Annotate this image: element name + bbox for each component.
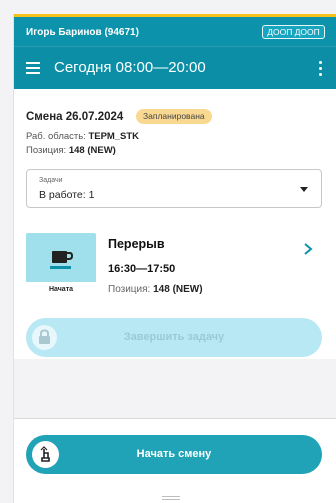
coffee-cup-icon <box>50 251 74 269</box>
shift-content: Смена 26.07.2024 Запланирована Раб. обла… <box>14 89 336 359</box>
menu-icon[interactable] <box>26 62 40 74</box>
shift-position-value: 148 (NEW) <box>68 145 116 156</box>
task-position-label: Позиция: <box>108 284 151 295</box>
task-title: Перерыв <box>108 237 165 251</box>
dropdown-arrow-icon <box>300 187 308 192</box>
shift-position: Позиция: 148 (NEW) <box>26 145 116 156</box>
task-position-value: 148 (NEW) <box>153 284 203 295</box>
tasks-select-label: Задачи <box>39 177 63 184</box>
user-name: Игорь Баринов (94671) <box>26 27 139 38</box>
page-title: Сегодня 08:00—20:00 <box>54 59 206 76</box>
task-card[interactable]: Начата Перерыв 16:30—17:50 Позиция: 148 … <box>26 233 322 303</box>
tasks-select[interactable]: Задачи В работе: 1 <box>26 169 322 208</box>
task-thumbnail: Начата <box>26 233 96 298</box>
work-area: Раб. область: ТЕРМ_STK <box>26 131 139 142</box>
shift-status-badge: Запланирована <box>136 109 212 124</box>
task-status-label: Начата <box>26 282 96 298</box>
task-position: Позиция: 148 (NEW) <box>108 284 203 295</box>
task-time: 16:30—17:50 <box>108 263 176 275</box>
chevron-right-icon[interactable] <box>303 243 313 255</box>
shift-position-label: Позиция: <box>26 145 67 156</box>
start-shift-label: Начать смену <box>136 448 212 460</box>
shift-title: Смена 26.07.2024 <box>26 111 124 123</box>
start-shift-button[interactable]: Начать смену <box>26 435 322 474</box>
work-area-label: Раб. область: <box>26 131 86 142</box>
more-options-icon[interactable] <box>319 60 323 76</box>
tasks-select-value: В работе: 1 <box>39 189 95 201</box>
drag-handle[interactable] <box>162 495 180 501</box>
bottom-panel: Начать смену <box>14 419 336 503</box>
finish-task-label: Завершить задачу <box>123 331 225 343</box>
app-screen: Игорь Баринов (94671) ДООП ДООП Сегодня … <box>13 14 336 503</box>
company-badge[interactable]: ДООП ДООП <box>262 25 325 39</box>
finish-task-button[interactable]: Завершить задачу <box>26 318 322 357</box>
user-bar: Игорь Баринов (94671) ДООП ДООП <box>14 14 336 46</box>
work-area-value: ТЕРМ_STK <box>88 131 140 142</box>
app-bar: Сегодня 08:00—20:00 <box>14 46 336 89</box>
